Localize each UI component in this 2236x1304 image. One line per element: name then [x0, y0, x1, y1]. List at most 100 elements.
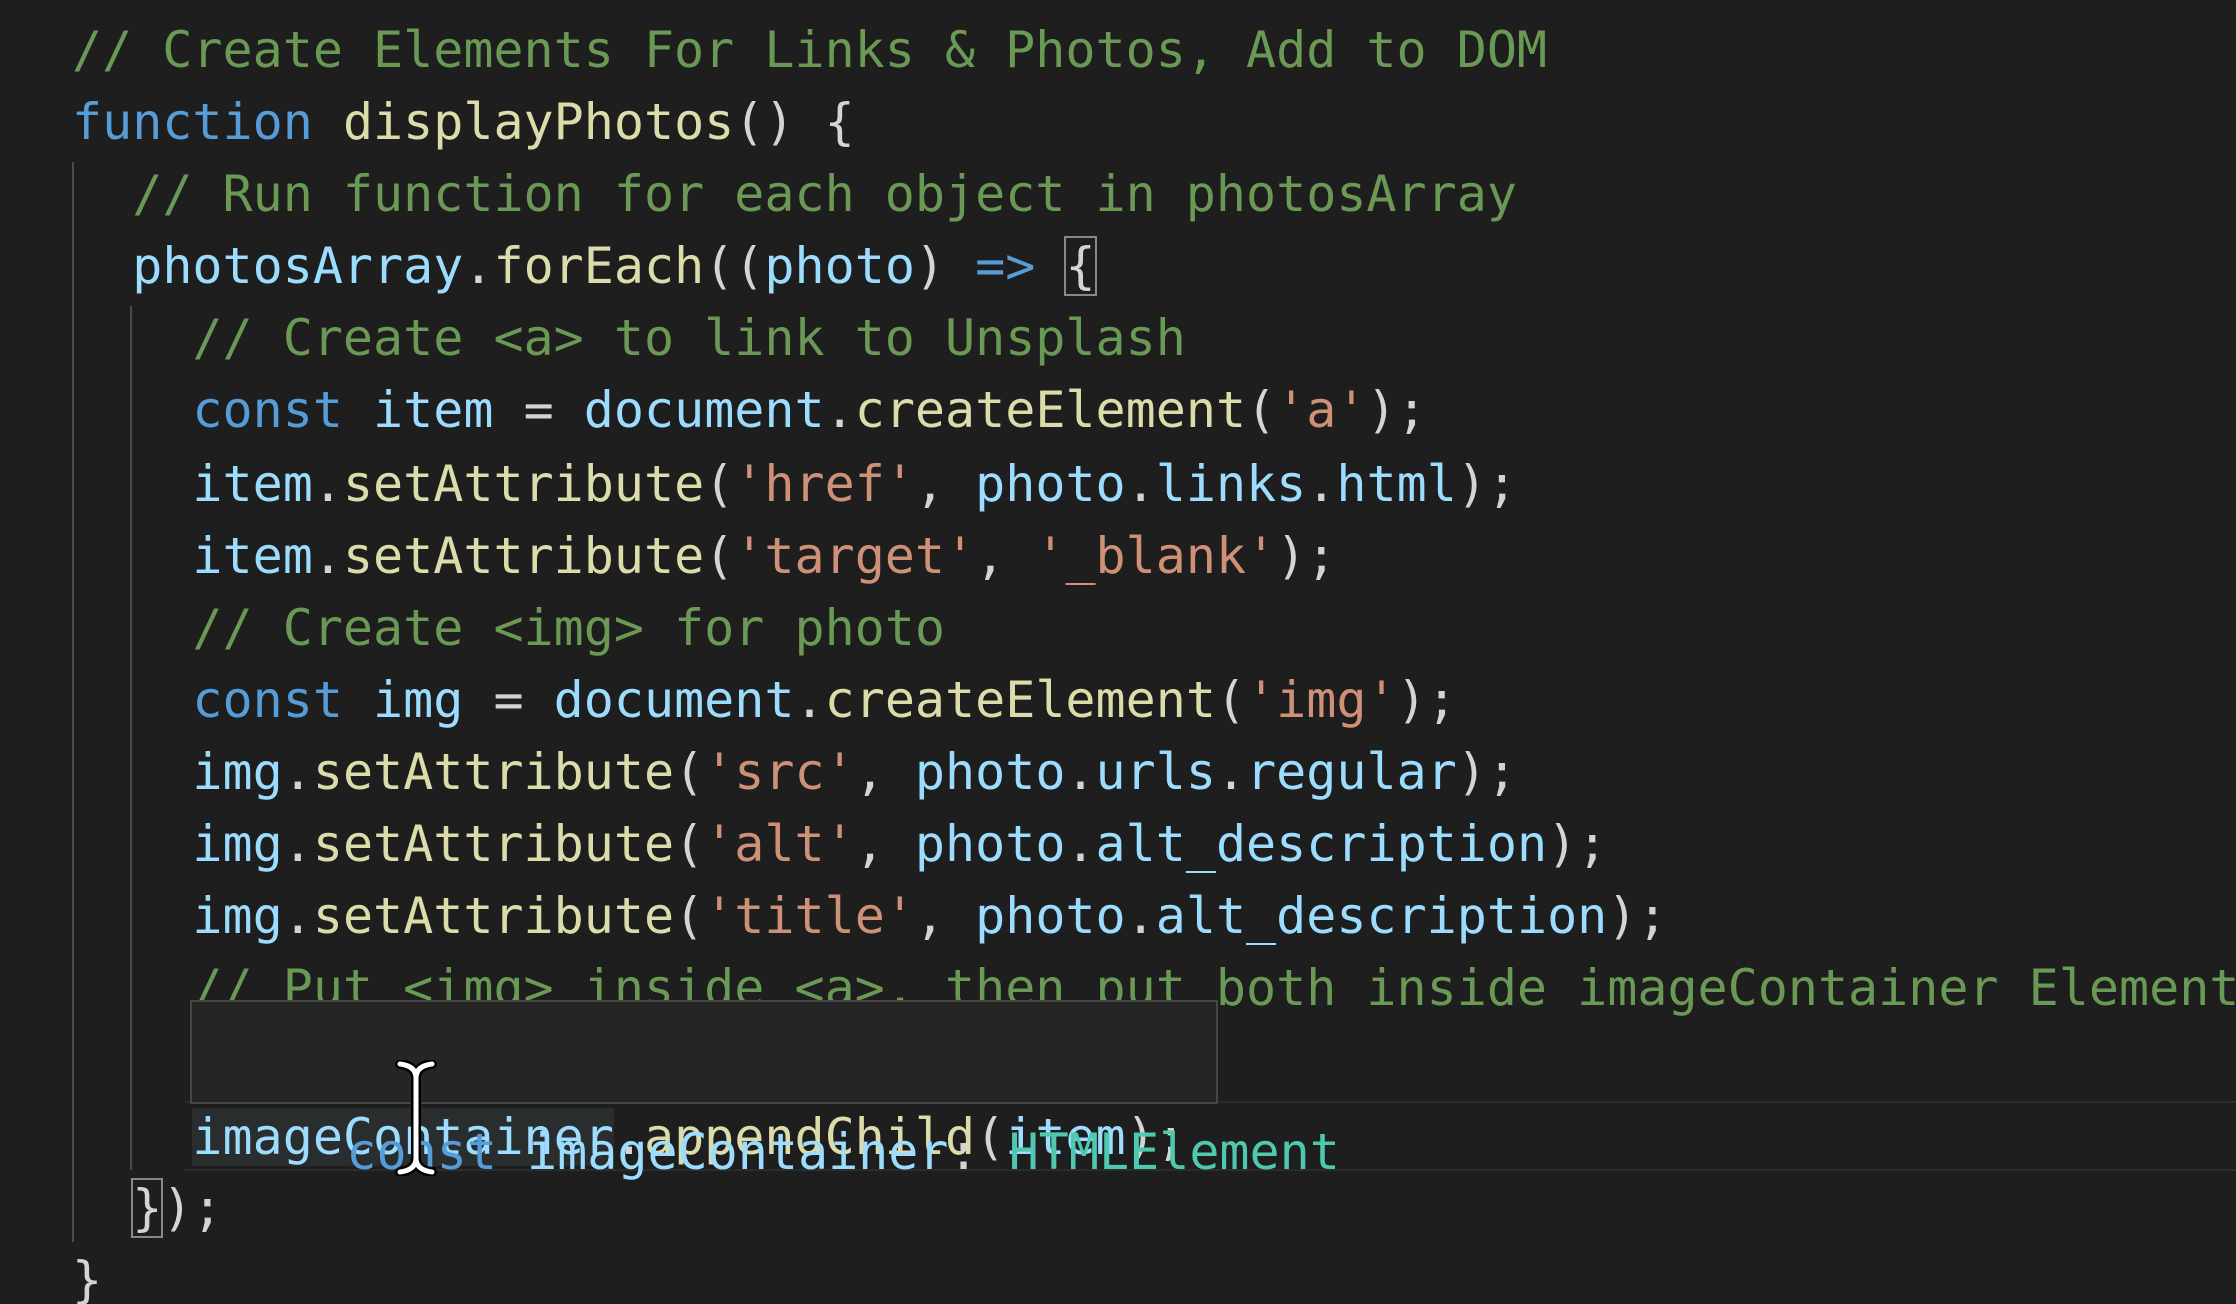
code-token: ( [1215, 671, 1247, 729]
code-token: 'title' [704, 887, 915, 945]
code-token: , [914, 455, 976, 513]
code-token: ( [674, 887, 705, 945]
code-token: , [914, 887, 976, 945]
code-token: document [553, 671, 795, 729]
code-token: photosArray [132, 237, 464, 295]
code-token: forEach [493, 237, 705, 295]
code-editor[interactable]: // Create Elements For Links & Photos, A… [0, 0, 2236, 1304]
code-token: item [373, 381, 494, 439]
code-token: photo [975, 887, 1126, 945]
code-token: { [1064, 236, 1097, 296]
code-token: // Create <a> to link to Unsplash [192, 309, 1186, 367]
code-token: photo [975, 455, 1126, 513]
code-token: . [1215, 743, 1247, 801]
code-token: img [373, 671, 464, 729]
code-token: ); [1456, 455, 1518, 513]
code-token: photo [764, 237, 915, 295]
code-token: ); [1456, 743, 1518, 801]
code-token: () { [734, 93, 855, 151]
code-token: // Create <img> for photo [192, 599, 945, 657]
code-token: urls [1095, 743, 1216, 801]
code-token: const [192, 671, 343, 729]
code-line[interactable]: img.setAttribute('alt', photo.alt_descri… [72, 808, 2236, 880]
code-token: 'img' [1246, 671, 1397, 729]
code-token: displayPhotos [342, 93, 735, 151]
code-token: => [975, 237, 1036, 295]
code-token: ); [1396, 671, 1457, 729]
code-line[interactable]: item.setAttribute('target', '_blank'); [72, 520, 2236, 592]
code-token: img [192, 887, 283, 945]
code-line[interactable]: // Create <a> to link to Unsplash [72, 302, 2236, 374]
code-line[interactable]: const img = document.createElement('img'… [72, 664, 2236, 736]
code-token: . [282, 815, 313, 873]
hover-type: HTMLElement [1008, 1123, 1340, 1181]
code-line[interactable]: function displayPhotos() { [72, 86, 2236, 158]
code-token: } [131, 1178, 164, 1238]
code-token: function [72, 93, 313, 151]
code-token: photo [914, 743, 1066, 801]
code-token: . [1306, 455, 1337, 513]
code-token: . [312, 527, 343, 585]
hover-separator: : [948, 1123, 1009, 1181]
code-line[interactable]: } [72, 1244, 2236, 1304]
code-token: . [1125, 455, 1156, 513]
code-token: setAttribute [312, 743, 675, 801]
code-token: . [1065, 815, 1096, 873]
code-line[interactable]: item.setAttribute('href', photo.links.ht… [72, 448, 2236, 520]
code-token: . [463, 237, 494, 295]
code-token: ); [162, 1179, 223, 1237]
code-token: 'alt' [704, 815, 855, 873]
code-token: . [312, 455, 343, 513]
code-token: createElement [854, 381, 1247, 439]
code-line[interactable]: // Create Elements For Links & Photos, A… [72, 14, 2236, 86]
code-token: const [192, 381, 343, 439]
code-token: ( [704, 455, 735, 513]
code-token: , [854, 743, 915, 801]
code-line[interactable]: img.setAttribute('src', photo.urls.regul… [72, 736, 2236, 808]
code-token: ); [1607, 887, 1668, 945]
code-line[interactable]: img.setAttribute('title', photo.alt_desc… [72, 880, 2236, 952]
code-token: ( [1246, 381, 1277, 439]
code-line[interactable]: const item = document.createElement('a')… [72, 374, 2236, 446]
code-token: . [1065, 743, 1096, 801]
code-token: '_blank' [1035, 527, 1277, 585]
code-token: ); [1366, 381, 1427, 439]
code-token: 'href' [734, 455, 915, 513]
code-token: , [975, 527, 1036, 585]
code-token: ( [704, 527, 735, 585]
code-token: // Create Elements For Links & Photos, A… [72, 21, 1548, 79]
code-line[interactable]: // Create <img> for photo [72, 592, 2236, 664]
hover-identifier: imageContainer [527, 1123, 949, 1181]
code-token: setAttribute [342, 455, 705, 513]
code-token: img [192, 815, 283, 873]
code-token: document [583, 381, 825, 439]
code-token: . [282, 743, 313, 801]
code-token: 'target' [734, 527, 976, 585]
code-token: regular [1246, 743, 1457, 801]
code-token: html [1336, 455, 1457, 513]
code-token: ); [1547, 815, 1608, 873]
code-token: . [1125, 887, 1156, 945]
code-line[interactable]: // Run function for each object in photo… [72, 158, 2236, 230]
code-token: (( [704, 237, 765, 295]
code-token: . [794, 671, 825, 729]
code-token: ) [914, 237, 976, 295]
code-line[interactable]: photosArray.forEach((photo) => { [72, 230, 2236, 302]
